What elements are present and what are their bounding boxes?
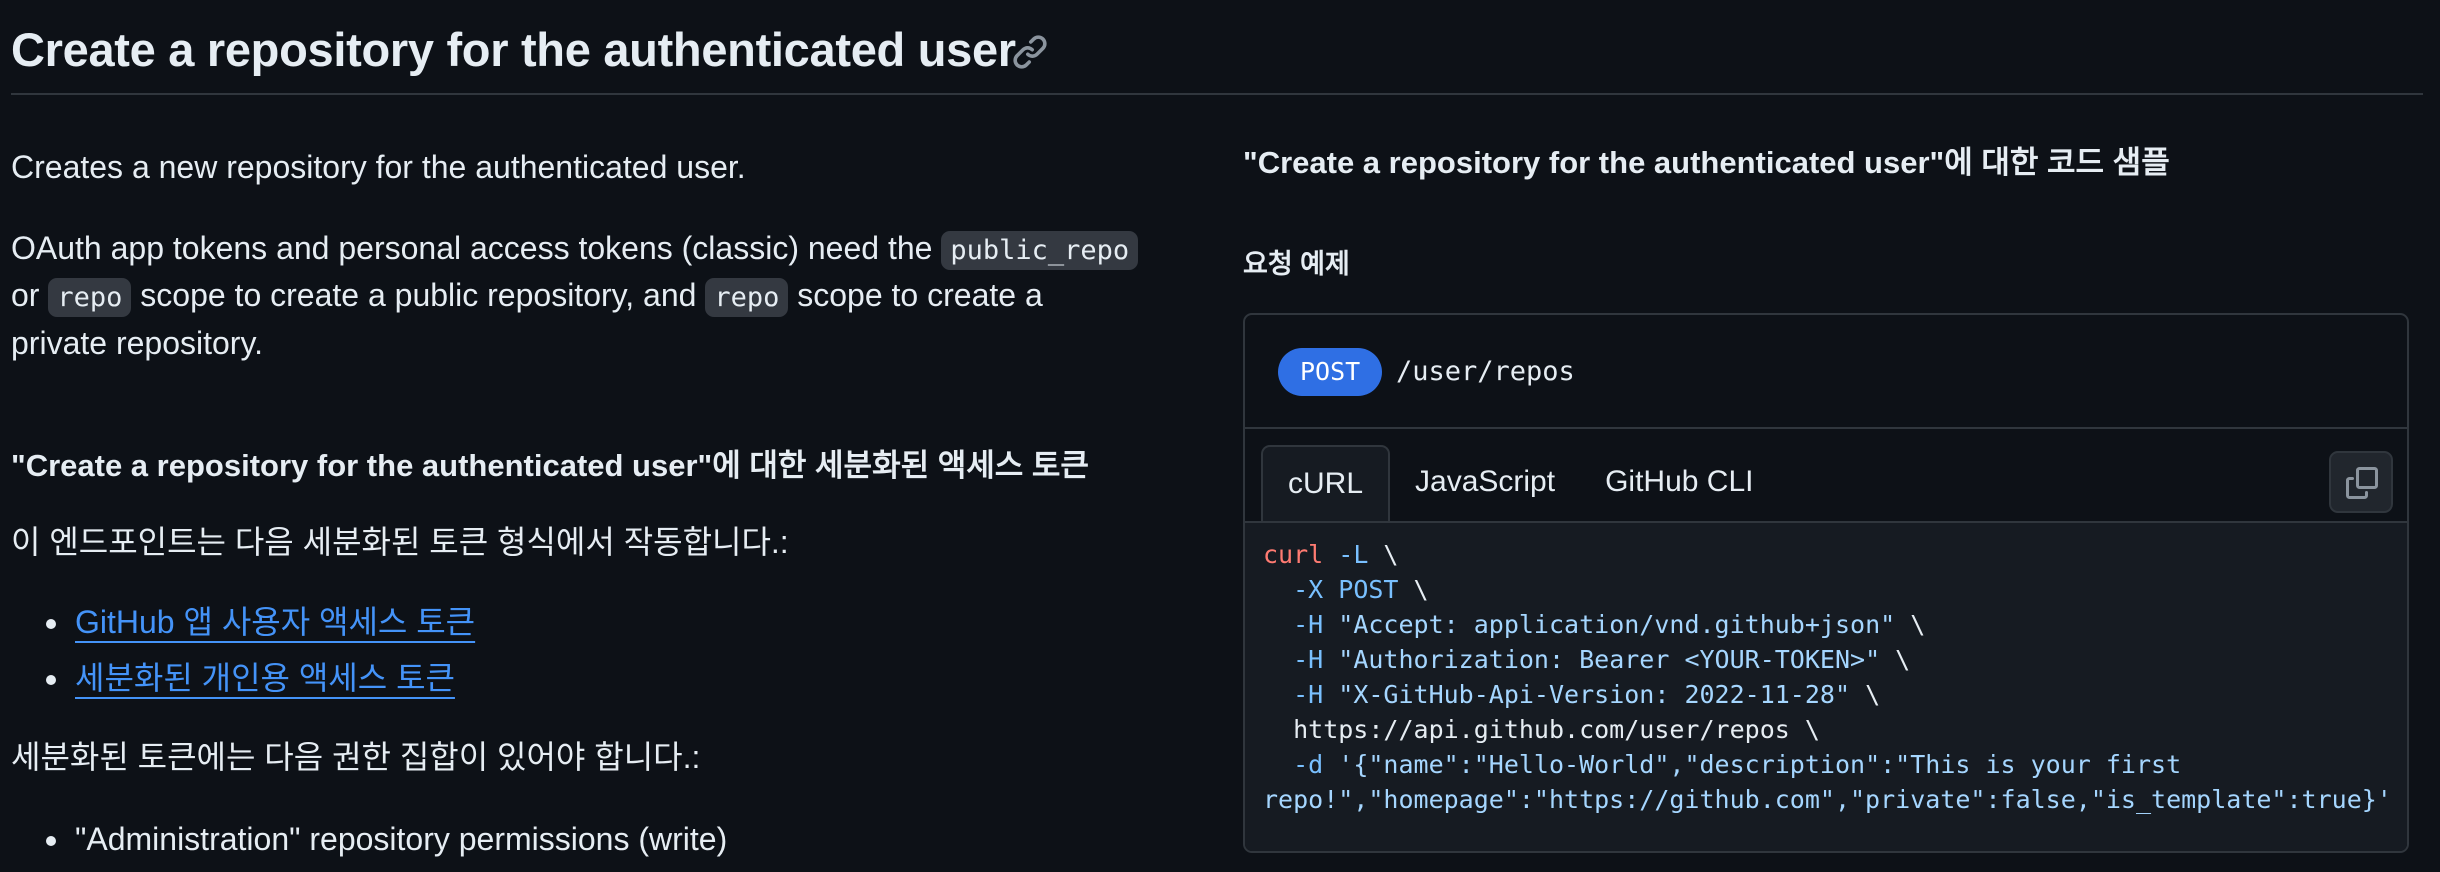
- code-line: https://api.github.com/user/repos \: [1263, 715, 1820, 744]
- language-tabs: cURL JavaScript GitHub CLI: [1261, 445, 1779, 523]
- code-token: -H: [1293, 680, 1324, 709]
- token-types-list: GitHub 앱 사용자 액세스 토큰 세분화된 개인용 액세스 토큰: [0, 598, 475, 710]
- code-public-repo: public_repo: [941, 231, 1139, 270]
- list-item: "Administration" repository permissions …: [0, 815, 727, 871]
- permissions-list: "Administration" repository permissions …: [0, 815, 727, 871]
- code-line: curl -L \: [1263, 537, 1398, 572]
- oauth-text-part: scope to create a public repository, and: [131, 277, 706, 313]
- code-token: "Authorization: Bearer <YOUR-TOKEN>": [1323, 645, 1881, 674]
- code-token: "Accept: application/vnd.github+json": [1323, 610, 1896, 639]
- request-example-label: 요청 예제: [1243, 249, 1350, 279]
- list-item: 세분화된 개인용 액세스 토큰: [0, 654, 475, 710]
- code-line: -H "X-GitHub-Api-Version: 2022-11-28" \: [1263, 677, 1880, 712]
- method-badge: POST: [1278, 348, 1383, 396]
- code-token: -H: [1293, 610, 1324, 639]
- code-token: -X POST: [1293, 575, 1399, 604]
- copy-button[interactable]: [2329, 451, 2393, 513]
- code-token: \: [1368, 540, 1399, 569]
- code-line: repo!","homepage":"https://github.com","…: [1263, 782, 2392, 817]
- code-token: \: [1398, 575, 1429, 604]
- code-line: -d '{"name":"Hello-World","description":…: [1263, 747, 2181, 782]
- page-title: Create a repository for the authenticate…: [11, 23, 1016, 76]
- code-repo: repo: [48, 278, 132, 317]
- oauth-text-part: or: [11, 277, 49, 313]
- code-token: -d: [1293, 750, 1324, 779]
- code-token: repo!","homepage":"https://github.com","…: [1263, 785, 2392, 814]
- code-line: -X POST \: [1263, 572, 1429, 607]
- code-token: curl: [1263, 540, 1324, 569]
- tab-curl[interactable]: cURL: [1261, 445, 1391, 521]
- link-github-app-user-token[interactable]: GitHub 앱 사용자 액세스 토큰: [75, 604, 475, 640]
- code-samples-heading: "Create a repository for the authenticat…: [1243, 145, 2170, 180]
- oauth-text-line-3: private repository.: [11, 325, 263, 361]
- tab-github-cli[interactable]: GitHub CLI: [1580, 445, 1778, 521]
- link-icon[interactable]: [1011, 33, 1049, 71]
- intro-text: Creates a new repository for the authent…: [11, 149, 746, 185]
- code-sample-panel: POST /user/repos cURL JavaScript GitHub …: [1243, 313, 2409, 853]
- code-token: \: [1850, 680, 1881, 709]
- code-token: \: [1895, 610, 1926, 639]
- code-block: curl -L \ -X POST \ -H "Accept: applicat…: [1245, 521, 2407, 851]
- bullet-dot: [46, 619, 56, 629]
- oauth-text-line-2: or repo scope to create a public reposit…: [11, 271, 1043, 322]
- list-item: GitHub 앱 사용자 액세스 토큰: [0, 598, 475, 654]
- code-token: -L: [1323, 540, 1369, 569]
- fine-grained-intro: 이 엔드포인트는 다음 세분화된 토큰 형식에서 작동합니다.:: [11, 524, 789, 560]
- fine-grained-heading: "Create a repository for the authenticat…: [11, 448, 1089, 483]
- bullet-dot: [46, 836, 56, 846]
- permission-text: "Administration" repository permissions …: [75, 821, 728, 857]
- link-fine-grained-pat[interactable]: 세분화된 개인용 액세스 토큰: [75, 660, 455, 696]
- permissions-intro: 세분화된 토큰에는 다음 권한 집합이 있어야 합니다.:: [11, 739, 701, 775]
- oauth-text-line-1: OAuth app tokens and personal access tok…: [11, 224, 1139, 275]
- request-row: POST /user/repos: [1245, 315, 2407, 429]
- code-line: -H "Accept: application/vnd.github+json"…: [1263, 607, 1925, 642]
- code-line: -H "Authorization: Bearer <YOUR-TOKEN>" …: [1263, 642, 1910, 677]
- copy-icon: [2346, 467, 2378, 499]
- bullet-dot: [46, 675, 56, 685]
- code-token: -H: [1293, 645, 1324, 674]
- title-divider: [11, 93, 2423, 95]
- code-token: "X-GitHub-Api-Version: 2022-11-28": [1323, 680, 1851, 709]
- oauth-text-part: OAuth app tokens and personal access tok…: [11, 230, 942, 266]
- tab-javascript[interactable]: JavaScript: [1390, 445, 1580, 521]
- oauth-text-part: scope to create a: [788, 277, 1043, 313]
- request-path: /user/repos: [1396, 356, 1575, 387]
- code-token: \: [1880, 645, 1911, 674]
- code-token: '{"name":"Hello-World","description":"Th…: [1323, 750, 2182, 779]
- code-repo: repo: [705, 278, 789, 317]
